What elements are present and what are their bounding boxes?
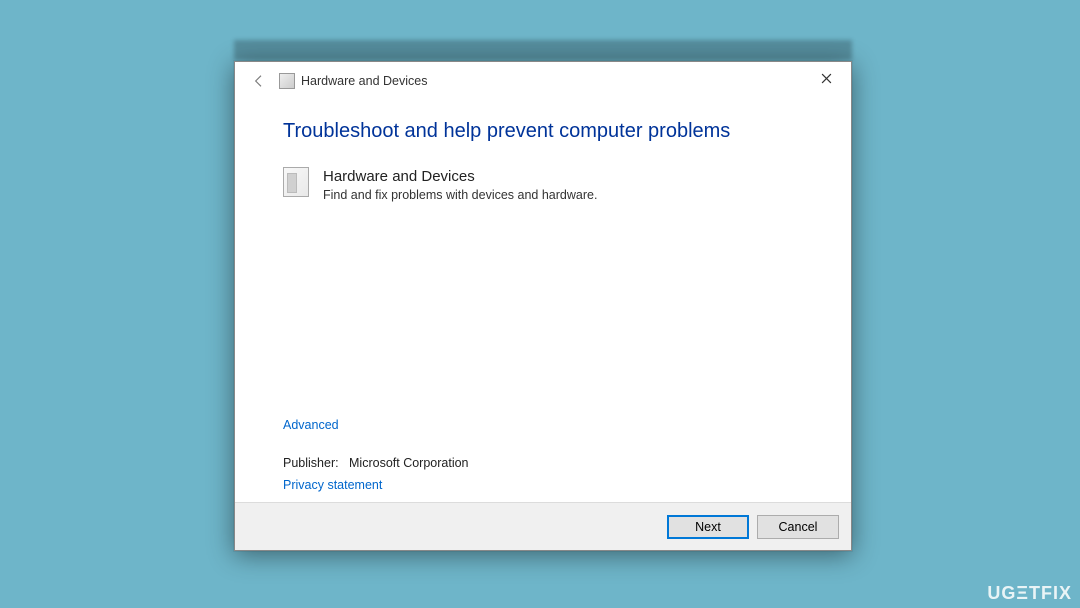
dialog-footer: Next Cancel xyxy=(235,502,851,550)
troubleshooter-item: Hardware and Devices Find and fix proble… xyxy=(283,167,803,202)
hardware-icon xyxy=(279,73,295,89)
watermark: UGΞTFIX xyxy=(987,583,1072,604)
device-icon xyxy=(283,167,309,197)
advanced-link[interactable]: Advanced xyxy=(283,418,803,432)
next-button[interactable]: Next xyxy=(667,515,749,539)
titlebar: Hardware and Devices xyxy=(235,62,851,100)
privacy-statement-link[interactable]: Privacy statement xyxy=(283,478,803,492)
publisher-row: Publisher: Microsoft Corporation xyxy=(283,456,803,470)
cancel-button[interactable]: Cancel xyxy=(757,515,839,539)
troubleshooter-dialog: Hardware and Devices Troubleshoot and he… xyxy=(234,61,852,551)
dialog-content: Troubleshoot and help prevent computer p… xyxy=(235,100,851,502)
publisher-label: Publisher: xyxy=(283,456,339,470)
publisher-value: Microsoft Corporation xyxy=(349,456,469,470)
close-button[interactable] xyxy=(805,63,847,93)
dialog-title: Hardware and Devices xyxy=(301,74,427,88)
heading: Troubleshoot and help prevent computer p… xyxy=(283,120,803,143)
item-title: Hardware and Devices xyxy=(323,167,597,187)
item-description: Find and fix problems with devices and h… xyxy=(323,188,597,202)
back-button[interactable] xyxy=(247,69,271,93)
